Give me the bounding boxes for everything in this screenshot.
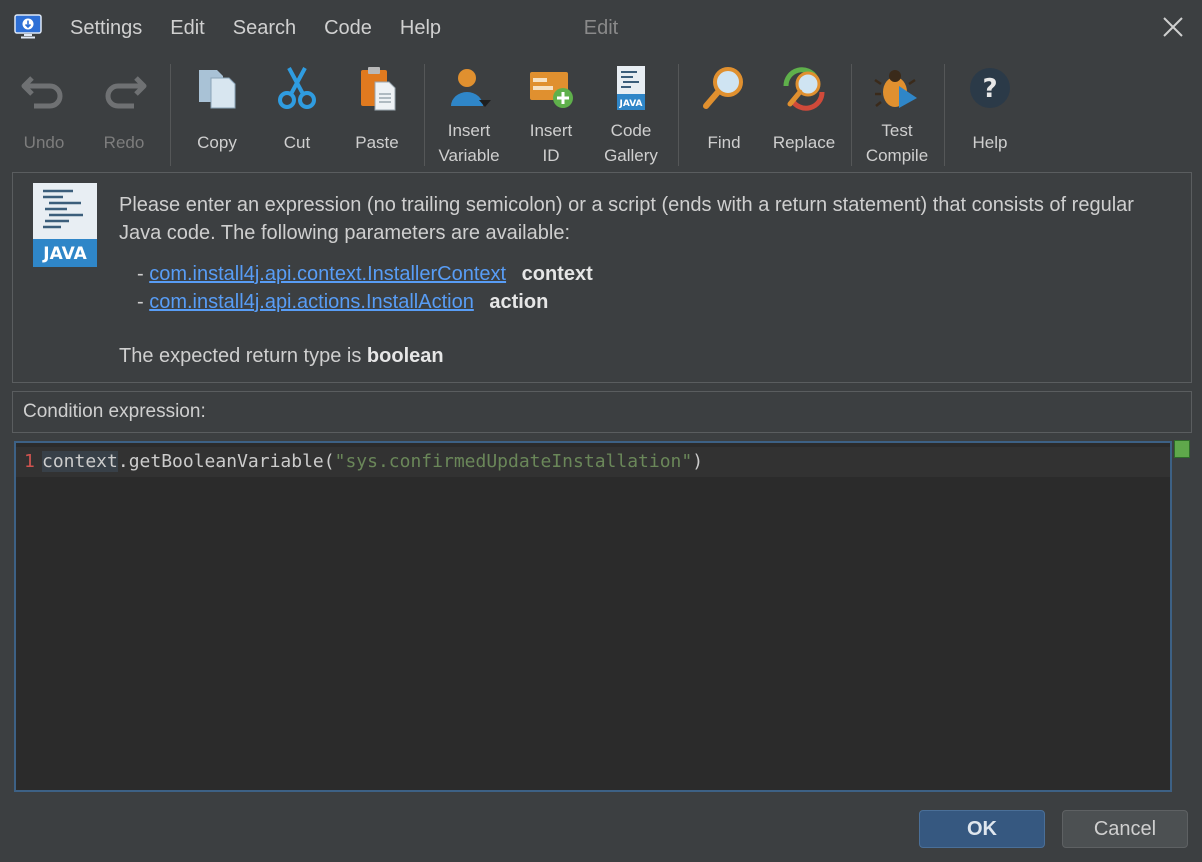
help-button[interactable]: ? Help [960,60,1020,168]
param-type-link[interactable]: com.install4j.api.actions.InstallAction [149,291,474,313]
cut-label: Cut [283,133,311,152]
undo-label: Undo [23,133,65,152]
code-line[interactable]: context.getBooleanVariable("sys.confirme… [42,447,703,477]
insert-id-label: Insert ID [529,121,573,165]
test-compile-button[interactable]: Test Compile [862,60,932,168]
paste-label: Paste [355,133,399,152]
code-gallery-label: Code Gallery [604,121,658,165]
menu-help[interactable]: Help [386,0,455,56]
java-file-icon: JAVA [617,66,645,110]
undo-button[interactable]: Undo [14,60,74,168]
param-name: action [489,291,549,313]
app-icon [14,14,42,39]
return-type-value: boolean [366,345,444,367]
copy-icon [199,70,236,109]
paste-button[interactable]: Paste [347,60,407,168]
find-label: Find [707,133,741,152]
code-method-call: .getBooleanVariable( [117,451,335,472]
bug-icon [874,70,917,108]
undo-icon [21,76,63,109]
menu-search[interactable]: Search [219,0,310,56]
menu-bar: Settings Edit Search Code Help [56,0,455,56]
redo-button[interactable]: Redo [94,60,154,168]
return-type-line: The expected return type is boolean [119,345,444,368]
menu-settings[interactable]: Settings [56,0,156,56]
title-bar: Settings Edit Search Code Help Edit [0,0,1202,56]
help-icon: ? [970,68,1010,108]
cancel-button[interactable]: Cancel [1062,810,1188,848]
insert-id-icon [530,72,573,108]
test-compile-label: Test Compile [865,121,929,165]
toolbar-separator [678,64,679,166]
replace-button[interactable]: Replace [764,60,844,168]
svg-text:JAVA: JAVA [618,99,642,109]
magnifier-icon [703,67,743,109]
user-variable-icon [451,69,491,107]
cut-button[interactable]: Cut [267,60,327,168]
java-icon-label: JAVA [42,244,87,264]
find-button[interactable]: Find [694,60,754,168]
param-line-context: - com.install4j.api.context.InstallerCon… [137,263,593,285]
insert-id-button[interactable]: Insert ID [516,60,586,168]
code-close-paren: ) [692,451,704,472]
condition-label: Condition expression: [12,391,1192,433]
param-name: context [521,263,593,285]
toolbar: Undo Redo Copy Cut Paste Insert Variable… [0,56,1202,170]
menu-edit[interactable]: Edit [156,0,218,56]
redo-label: Redo [103,133,145,152]
copy-label: Copy [197,133,237,152]
code-string-literal: "sys.confirmedUpdateInstallation" [334,451,693,472]
replace-icon [783,67,825,111]
toolbar-separator [944,64,945,166]
menu-code[interactable]: Code [310,0,386,56]
param-type-link[interactable]: com.install4j.api.context.InstallerConte… [149,263,506,285]
code-gallery-button[interactable]: JAVA Code Gallery [596,60,666,168]
line-number: 1 [24,451,35,472]
ok-button[interactable]: OK [919,810,1045,848]
copy-button[interactable]: Copy [187,60,247,168]
scissors-icon [278,67,316,109]
code-identifier: context [42,451,118,472]
svg-text:?: ? [982,74,997,104]
info-description: Please enter an expression (no trailing … [119,194,1134,244]
param-line-action: - com.install4j.api.actions.InstallActio… [137,291,549,313]
code-editor[interactable]: 1 context.getBooleanVariable("sys.confir… [14,441,1172,792]
insert-variable-button[interactable]: Insert Variable [434,60,504,168]
redo-icon [105,76,147,109]
toolbar-separator [170,64,171,166]
toolbar-separator [851,64,852,166]
return-type-prefix: The expected return type is [119,345,367,367]
toolbar-separator [424,64,425,166]
info-panel: JAVA Please enter an expression (no trai… [12,172,1192,383]
java-icon: JAVA [33,183,97,267]
help-label: Help [972,133,1008,152]
status-indicator [1174,440,1190,458]
close-icon[interactable] [1160,14,1186,40]
paste-icon [361,67,396,111]
insert-variable-label: Insert Variable [438,121,500,165]
replace-label: Replace [772,133,836,152]
